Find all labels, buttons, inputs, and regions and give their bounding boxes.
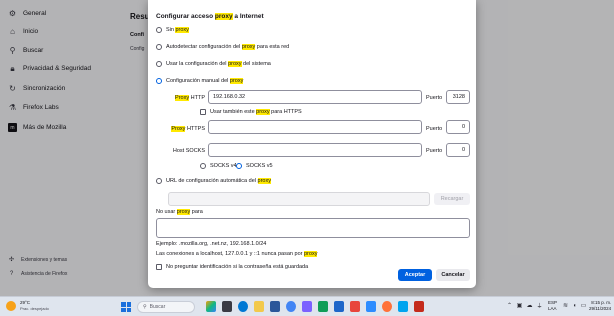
socks-host-label: Host SOCKS bbox=[172, 148, 205, 154]
radio-button[interactable] bbox=[156, 44, 162, 50]
tray-app-icon[interactable]: ▣ bbox=[516, 302, 523, 309]
teams-icon[interactable] bbox=[302, 301, 312, 312]
radio-label: Configuración manual del proxy bbox=[166, 78, 244, 84]
language-indicator[interactable]: ESP LAA bbox=[548, 300, 557, 312]
clock[interactable]: 8:15 p. m. 29/11/2024 bbox=[589, 300, 611, 312]
proxy-settings-dialog: Configurar acceso proxy a Internet Sin p… bbox=[148, 0, 476, 288]
radio-label: URL de configuración automática del prox… bbox=[166, 178, 271, 184]
checkbox-label: Usar también este proxy para HTTPS bbox=[210, 109, 302, 115]
task-view-icon[interactable] bbox=[222, 301, 232, 312]
https-same-proxy-checkbox[interactable]: Usar también este proxy para HTTPS bbox=[200, 109, 302, 115]
http-port-label: Puerto bbox=[426, 95, 443, 101]
layout-code: LAA bbox=[548, 306, 557, 311]
radio-button[interactable] bbox=[156, 61, 162, 67]
localhost-note: Las conexiones a localhost, 127.0.0.1 y … bbox=[156, 251, 318, 257]
https-port-input[interactable]: 0 bbox=[446, 120, 470, 134]
app-icon-cyan[interactable] bbox=[398, 301, 408, 312]
radio-pac-url[interactable]: URL de configuración automática del prox… bbox=[156, 178, 271, 184]
no-proxy-textarea[interactable] bbox=[156, 218, 470, 238]
chrome-icon[interactable] bbox=[286, 301, 296, 312]
wifi-icon[interactable]: ≋ bbox=[562, 302, 569, 309]
volume-icon[interactable]: ◖ bbox=[571, 302, 578, 309]
radio-manual-proxy[interactable]: Configuración manual del proxy bbox=[156, 78, 244, 84]
http-proxy-label: Proxy HTTP bbox=[175, 95, 205, 101]
radio-button[interactable] bbox=[156, 27, 162, 33]
dialog-title: Configurar acceso proxy a Internet bbox=[156, 13, 264, 20]
https-proxy-input[interactable] bbox=[208, 120, 422, 134]
https-proxy-label: Proxy HTTPS bbox=[171, 126, 205, 132]
search-icon: ⚲ bbox=[143, 304, 147, 310]
socks-port-label: Puerto bbox=[426, 148, 443, 154]
windows-start-icon[interactable] bbox=[121, 302, 131, 312]
edge-browser-icon[interactable] bbox=[238, 301, 248, 312]
usb-icon[interactable]: ⏚ bbox=[536, 302, 543, 310]
radio-label: Usar la configuración del proxy del sist… bbox=[166, 61, 271, 67]
battery-icon[interactable]: ▭ bbox=[580, 302, 587, 309]
no-auth-prompt-checkbox[interactable]: No preguntar identificación si la contra… bbox=[156, 264, 308, 270]
app-icon-red[interactable] bbox=[350, 301, 360, 312]
tray-cloud-icon[interactable]: ☁ bbox=[526, 302, 533, 309]
radio-autodetect[interactable]: Autodetectar configuración del proxy par… bbox=[156, 44, 289, 50]
sun-icon bbox=[6, 301, 16, 311]
radio-label: SOCKS v5 bbox=[246, 163, 273, 169]
checkbox-label: No preguntar identificación si la contra… bbox=[166, 264, 309, 270]
app-icon-darkred[interactable] bbox=[414, 301, 424, 312]
http-proxy-input[interactable]: 192.168.0.32 bbox=[208, 90, 422, 104]
reload-button[interactable]: Recargar bbox=[434, 193, 470, 205]
store-app-icon[interactable] bbox=[270, 301, 280, 312]
radio-button[interactable] bbox=[200, 163, 206, 169]
radio-socks-v4[interactable]: SOCKS v4 bbox=[200, 163, 237, 169]
clock-date: 29/11/2024 bbox=[589, 306, 612, 311]
radio-no-proxy[interactable]: Sin proxy bbox=[156, 27, 189, 33]
socks-port-input[interactable]: 0 bbox=[446, 143, 470, 157]
accept-button[interactable]: Aceptar bbox=[398, 269, 432, 281]
checkbox[interactable] bbox=[200, 109, 206, 115]
taskbar-search-label: Buscar bbox=[149, 304, 166, 310]
radio-button-selected[interactable] bbox=[236, 163, 242, 169]
radio-system-proxy[interactable]: Usar la configuración del proxy del sist… bbox=[156, 61, 271, 67]
taskbar-search[interactable]: ⚲ Buscar bbox=[137, 301, 195, 313]
file-explorer-icon[interactable] bbox=[254, 301, 264, 312]
radio-label: Autodetectar configuración del proxy par… bbox=[166, 44, 290, 50]
chevron-up-icon[interactable]: ⌃ bbox=[506, 302, 513, 309]
socks-host-input[interactable] bbox=[208, 143, 422, 157]
pac-url-input[interactable] bbox=[168, 192, 430, 206]
weather-desc: Prac. despejado bbox=[20, 306, 49, 311]
radio-button-selected[interactable] bbox=[156, 78, 162, 84]
checkbox[interactable] bbox=[156, 264, 162, 270]
widgets-app-icon[interactable] bbox=[206, 301, 216, 312]
firefox-icon[interactable] bbox=[382, 301, 392, 312]
windows-taskbar: 29°C Prac. despejado ⚲ Buscar ⌃ ▣ ☁ ⏚ ES… bbox=[0, 296, 614, 316]
https-port-label: Puerto bbox=[426, 126, 443, 132]
app-icon-blue[interactable] bbox=[334, 301, 344, 312]
no-proxy-label: No usar proxy para bbox=[156, 209, 203, 215]
cancel-button[interactable]: Cancelar bbox=[436, 269, 470, 281]
radio-socks-v5[interactable]: SOCKS v5 bbox=[236, 163, 273, 169]
no-proxy-example: Ejemplo: .mozilla.org, .net.nz, 192.168.… bbox=[156, 241, 267, 247]
weather-widget[interactable]: 29°C Prac. despejado bbox=[6, 300, 49, 312]
radio-label: SOCKS v4 bbox=[210, 163, 237, 169]
radio-button[interactable] bbox=[156, 178, 162, 184]
app-icon-lightblue[interactable] bbox=[366, 301, 376, 312]
http-port-input[interactable]: 3128 bbox=[446, 90, 470, 104]
radio-label: Sin proxy bbox=[166, 27, 189, 33]
app-icon-green[interactable] bbox=[318, 301, 328, 312]
